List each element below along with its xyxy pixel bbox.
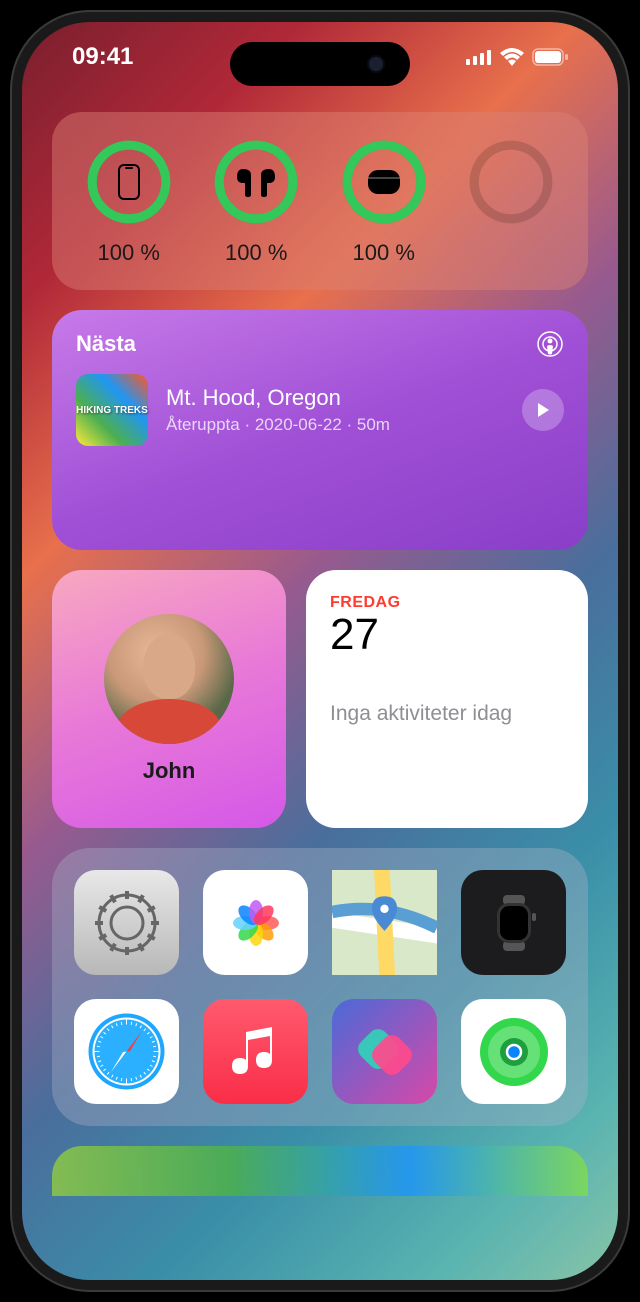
airpods-icon: [235, 167, 277, 197]
app-icon-photos[interactable]: [203, 870, 308, 975]
status-icons: [466, 48, 568, 66]
battery-label: 100 %: [98, 240, 160, 266]
contact-avatar: [104, 614, 234, 744]
play-icon: [535, 402, 551, 418]
podcast-header-label: Nästa: [76, 331, 136, 357]
podcasts-app-icon: [536, 330, 564, 358]
calendar-events-text: Inga aktiviteter idag: [330, 700, 564, 727]
contact-name-label: John: [143, 758, 196, 784]
battery-item-phone: 100 %: [72, 136, 186, 266]
status-time: 09:41: [72, 43, 133, 71]
maps-widget-peek[interactable]: [52, 1146, 588, 1196]
cellular-icon: [466, 49, 492, 65]
home-screen[interactable]: 09:41 100 %: [22, 22, 618, 1280]
podcast-episode-meta: Återuppta · 2020-06-22 · 50m: [166, 415, 504, 435]
podcast-episode-title: Mt. Hood, Oregon: [166, 385, 504, 411]
podcast-artwork: HIKING TREKS: [76, 374, 148, 446]
airpods-case-icon: [366, 168, 402, 196]
calendar-date-number: 27: [330, 610, 564, 660]
battery-icon: [532, 48, 568, 66]
calendar-widget[interactable]: FREDAG 27 Inga aktiviteter idag: [306, 570, 588, 828]
play-button[interactable]: [522, 389, 564, 431]
siri-suggestions-widget[interactable]: [52, 848, 588, 1126]
app-icon-watch[interactable]: [461, 870, 566, 975]
battery-label: 100 %: [353, 240, 415, 266]
app-icon-shortcuts[interactable]: [332, 999, 437, 1104]
podcasts-widget[interactable]: Nästa HIKING TREKS Mt. Hood, Oregon Åter…: [52, 310, 588, 550]
app-icon-music[interactable]: [203, 999, 308, 1104]
phone-frame: 09:41 100 %: [10, 10, 630, 1292]
app-icon-findmy[interactable]: [461, 999, 566, 1104]
battery-item-empty: [455, 136, 569, 266]
battery-item-airpods: 100 %: [200, 136, 314, 266]
battery-label: 100 %: [225, 240, 287, 266]
dynamic-island[interactable]: [230, 42, 410, 86]
wifi-icon: [500, 48, 524, 66]
app-icon-safari[interactable]: [74, 999, 179, 1104]
app-icon-settings[interactable]: [74, 870, 179, 975]
app-icon-maps[interactable]: [332, 870, 437, 975]
contact-widget[interactable]: John: [52, 570, 286, 828]
batteries-widget[interactable]: 100 % 100 % 100 %: [52, 112, 588, 290]
battery-item-case: 100 %: [327, 136, 441, 266]
today-view[interactable]: 100 % 100 % 100 %: [22, 112, 618, 1280]
phone-icon: [118, 164, 140, 200]
